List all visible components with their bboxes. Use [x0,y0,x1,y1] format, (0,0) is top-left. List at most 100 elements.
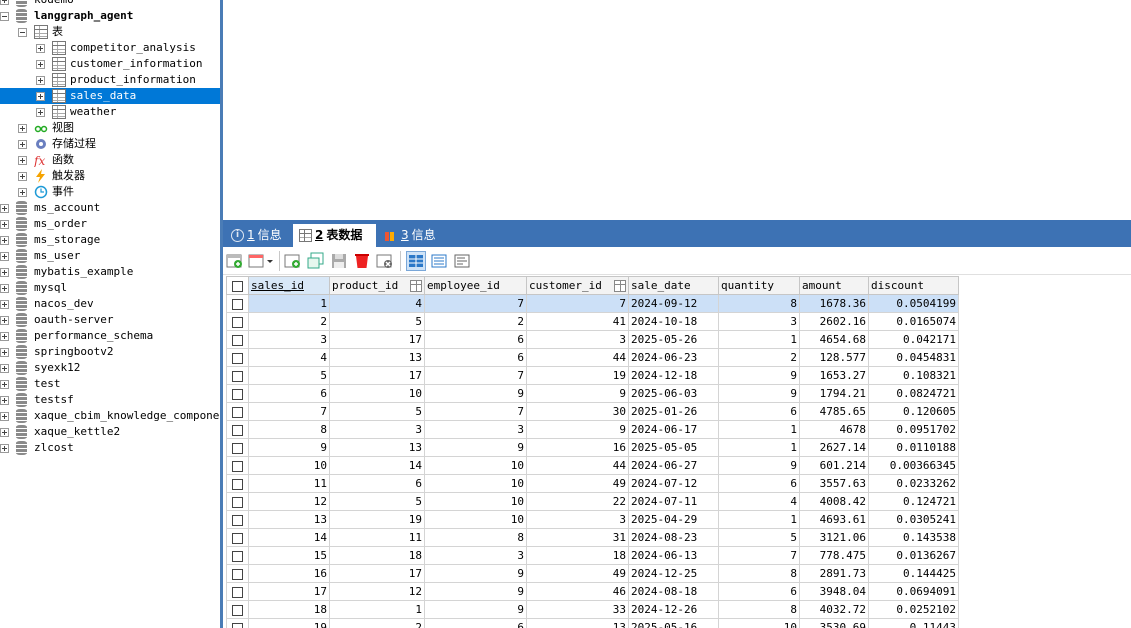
tree-item[interactable]: nacos_dev [0,296,220,312]
cell-discount[interactable]: 0.143538 [868,528,959,547]
table-row[interactable]: 6 10 9 9 2025-06-03 9 1794.21 0.0824721 [226,384,959,403]
cell-product-id[interactable]: 5 [329,492,425,511]
cell-employee-id[interactable]: 6 [424,348,527,367]
tree-item[interactable]: sales_data [0,88,220,104]
cell-amount[interactable]: 4693.61 [799,510,869,529]
row-checkbox-cell[interactable] [226,312,249,331]
tree-item[interactable]: mysql [0,280,220,296]
tree-item[interactable]: ms_order [0,216,220,232]
cell-customer-id[interactable]: 49 [526,474,629,493]
table-row[interactable]: 2 5 2 41 2024-10-18 3 2602.16 0.0165074 [226,312,959,331]
cell-product-id[interactable]: 1 [329,600,425,619]
cell-employee-id[interactable]: 3 [424,420,527,439]
panel-splitter[interactable] [220,0,223,628]
cell-product-id[interactable]: 3 [329,420,425,439]
table-row[interactable]: 16 17 9 49 2024-12-25 8 2891.73 0.144425 [226,564,959,583]
tree-item[interactable]: zlcost [0,440,220,456]
table-row[interactable]: 15 18 3 18 2024-06-13 7 778.475 0.0136267 [226,546,959,565]
cell-quantity[interactable]: 7 [718,546,800,565]
cell-customer-id[interactable]: 31 [526,528,629,547]
cell-employee-id[interactable]: 9 [424,600,527,619]
cell-customer-id[interactable]: 18 [526,546,629,565]
cell-discount[interactable]: 0.108321 [868,366,959,385]
cell-customer-id[interactable]: 30 [526,402,629,421]
checkbox[interactable] [232,514,243,526]
tree-item[interactable]: langgraph_agent [0,8,220,24]
collapse-icon[interactable] [18,28,27,37]
expand-icon[interactable] [18,188,27,197]
cell-customer-id[interactable]: 9 [526,420,629,439]
cell-sales-id[interactable]: 16 [248,564,330,583]
table-row[interactable]: 8 3 3 9 2024-06-17 1 4678 0.0951702 [226,420,959,439]
cell-sale-date[interactable]: 2024-06-17 [628,420,719,439]
table-row[interactable]: 7 5 7 30 2025-01-26 6 4785.65 0.120605 [226,402,959,421]
checkbox[interactable] [232,460,243,472]
cell-amount[interactable]: 2627.14 [799,438,869,457]
column-header-customer-id[interactable]: customer_id [526,276,629,295]
tab-table-data[interactable]: 2 表数据 [293,224,376,247]
cell-sale-date[interactable]: 2024-12-25 [628,564,719,583]
checkbox[interactable] [232,478,243,490]
cell-employee-id[interactable]: 2 [424,312,527,331]
cell-customer-id[interactable]: 33 [526,600,629,619]
cell-sales-id[interactable]: 15 [248,546,330,565]
cell-amount[interactable]: 3948.04 [799,582,869,601]
expand-icon[interactable] [0,396,9,405]
cell-discount[interactable]: 0.0165074 [868,312,959,331]
expand-icon[interactable] [36,92,45,101]
cell-sale-date[interactable]: 2025-01-26 [628,402,719,421]
table-row[interactable]: 3 17 6 3 2025-05-26 1 4654.68 0.042171 [226,330,959,349]
row-checkbox-cell[interactable] [226,420,249,439]
tree-item[interactable]: testsf [0,392,220,408]
cell-employee-id[interactable]: 3 [424,546,527,565]
cell-sale-date[interactable]: 2024-07-12 [628,474,719,493]
table-row[interactable]: 13 19 10 3 2025-04-29 1 4693.61 0.0305241 [226,510,959,529]
cell-amount[interactable]: 4008.42 [799,492,869,511]
table-row[interactable]: 11 6 10 49 2024-07-12 6 3557.63 0.0233262 [226,474,959,493]
cell-discount[interactable]: 0.0824721 [868,384,959,403]
checkbox[interactable] [232,622,243,628]
expand-icon[interactable] [0,268,9,277]
tree-item[interactable]: syexk12 [0,360,220,376]
checkbox[interactable] [232,424,243,436]
cell-discount[interactable]: 0.120605 [868,402,959,421]
cell-quantity[interactable]: 6 [718,474,800,493]
expand-icon[interactable] [0,252,9,261]
cell-product-id[interactable]: 19 [329,510,425,529]
cell-amount[interactable]: 1794.21 [799,384,869,403]
cell-sale-date[interactable]: 2024-09-12 [628,294,719,313]
cell-product-id[interactable]: 17 [329,564,425,583]
cell-quantity[interactable]: 1 [718,420,800,439]
cell-quantity[interactable]: 5 [718,528,800,547]
duplicate-row-icon[interactable] [307,252,325,270]
row-checkbox-cell[interactable] [226,384,249,403]
cell-amount[interactable]: 778.475 [799,546,869,565]
cell-customer-id[interactable]: 9 [526,384,629,403]
row-checkbox-cell[interactable] [226,330,249,349]
cell-sale-date[interactable]: 2024-06-23 [628,348,719,367]
cell-employee-id[interactable]: 9 [424,582,527,601]
cell-sales-id[interactable]: 3 [248,330,330,349]
collapse-icon[interactable] [0,12,9,21]
row-checkbox-cell[interactable] [226,402,249,421]
insert-record-icon[interactable] [226,252,244,270]
cell-amount[interactable]: 3530.69 [799,618,869,628]
checkbox[interactable] [232,550,243,562]
tree-item[interactable]: test [0,376,220,392]
cell-customer-id[interactable]: 44 [526,348,629,367]
expand-icon[interactable] [0,428,9,437]
cell-sales-id[interactable]: 5 [248,366,330,385]
cell-sales-id[interactable]: 11 [248,474,330,493]
tree-item[interactable]: ms_storage [0,232,220,248]
expand-icon[interactable] [0,284,9,293]
checkbox[interactable] [232,532,243,544]
table-row[interactable]: 4 13 6 44 2024-06-23 2 128.577 0.0454831 [226,348,959,367]
checkbox[interactable] [232,568,243,580]
cell-sales-id[interactable]: 8 [248,420,330,439]
expand-icon[interactable] [36,60,45,69]
cell-product-id[interactable]: 13 [329,438,425,457]
cell-discount[interactable]: 0.00366345 [868,456,959,475]
cell-employee-id[interactable]: 6 [424,330,527,349]
cell-quantity[interactable]: 4 [718,492,800,511]
cell-customer-id[interactable]: 3 [526,510,629,529]
